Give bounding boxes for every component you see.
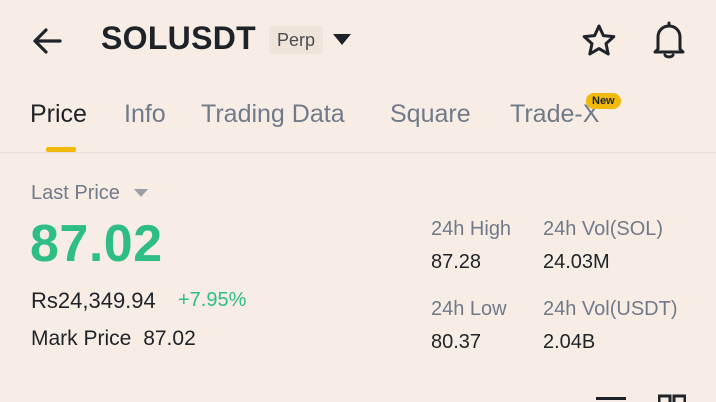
last-price-value: 87.02 (30, 215, 163, 273)
active-tab-indicator (46, 147, 76, 152)
fiat-price-value: Rs24,349.94 (31, 288, 156, 313)
mark-price-row: Mark Price 87.02 (31, 327, 196, 351)
vol-base-label: 24h Vol(SOL) (543, 218, 664, 240)
price-change-percent: +7.95% (178, 289, 247, 311)
vol-base-value: 24.03M (543, 251, 610, 273)
low-24h-value: 80.37 (431, 331, 482, 353)
new-badge: New (586, 93, 621, 109)
contract-type-badge: Perp (269, 26, 324, 54)
vol-quote-value: 2.04B (543, 331, 596, 353)
tab-info[interactable]: Info (124, 100, 166, 129)
tab-trading-data[interactable]: Trading Data (201, 100, 345, 129)
low-24h-label: 24h Low (431, 298, 507, 320)
mark-price-value: 87.02 (143, 327, 196, 350)
last-price-label[interactable]: Last Price (31, 182, 120, 205)
top-bar: SOLUSDT Perp (0, 0, 716, 84)
back-arrow-icon[interactable] (30, 22, 68, 60)
last-price-dropdown-icon[interactable] (134, 189, 148, 197)
mark-price-label: Mark Price (31, 327, 132, 350)
symbol-title[interactable]: SOLUSDT (101, 20, 256, 57)
vol-quote-label: 24h Vol(USDT) (543, 298, 678, 320)
star-icon[interactable] (580, 22, 618, 60)
high-24h-value: 87.28 (431, 251, 482, 273)
high-24h-label: 24h High (431, 218, 512, 240)
tab-price[interactable]: Price (30, 100, 87, 129)
grid-icon[interactable] (658, 394, 686, 402)
bell-icon[interactable] (650, 20, 688, 60)
menu-icon[interactable] (596, 394, 626, 402)
tab-square[interactable]: Square (390, 100, 471, 129)
symbol-dropdown-caret-icon[interactable] (333, 34, 351, 45)
